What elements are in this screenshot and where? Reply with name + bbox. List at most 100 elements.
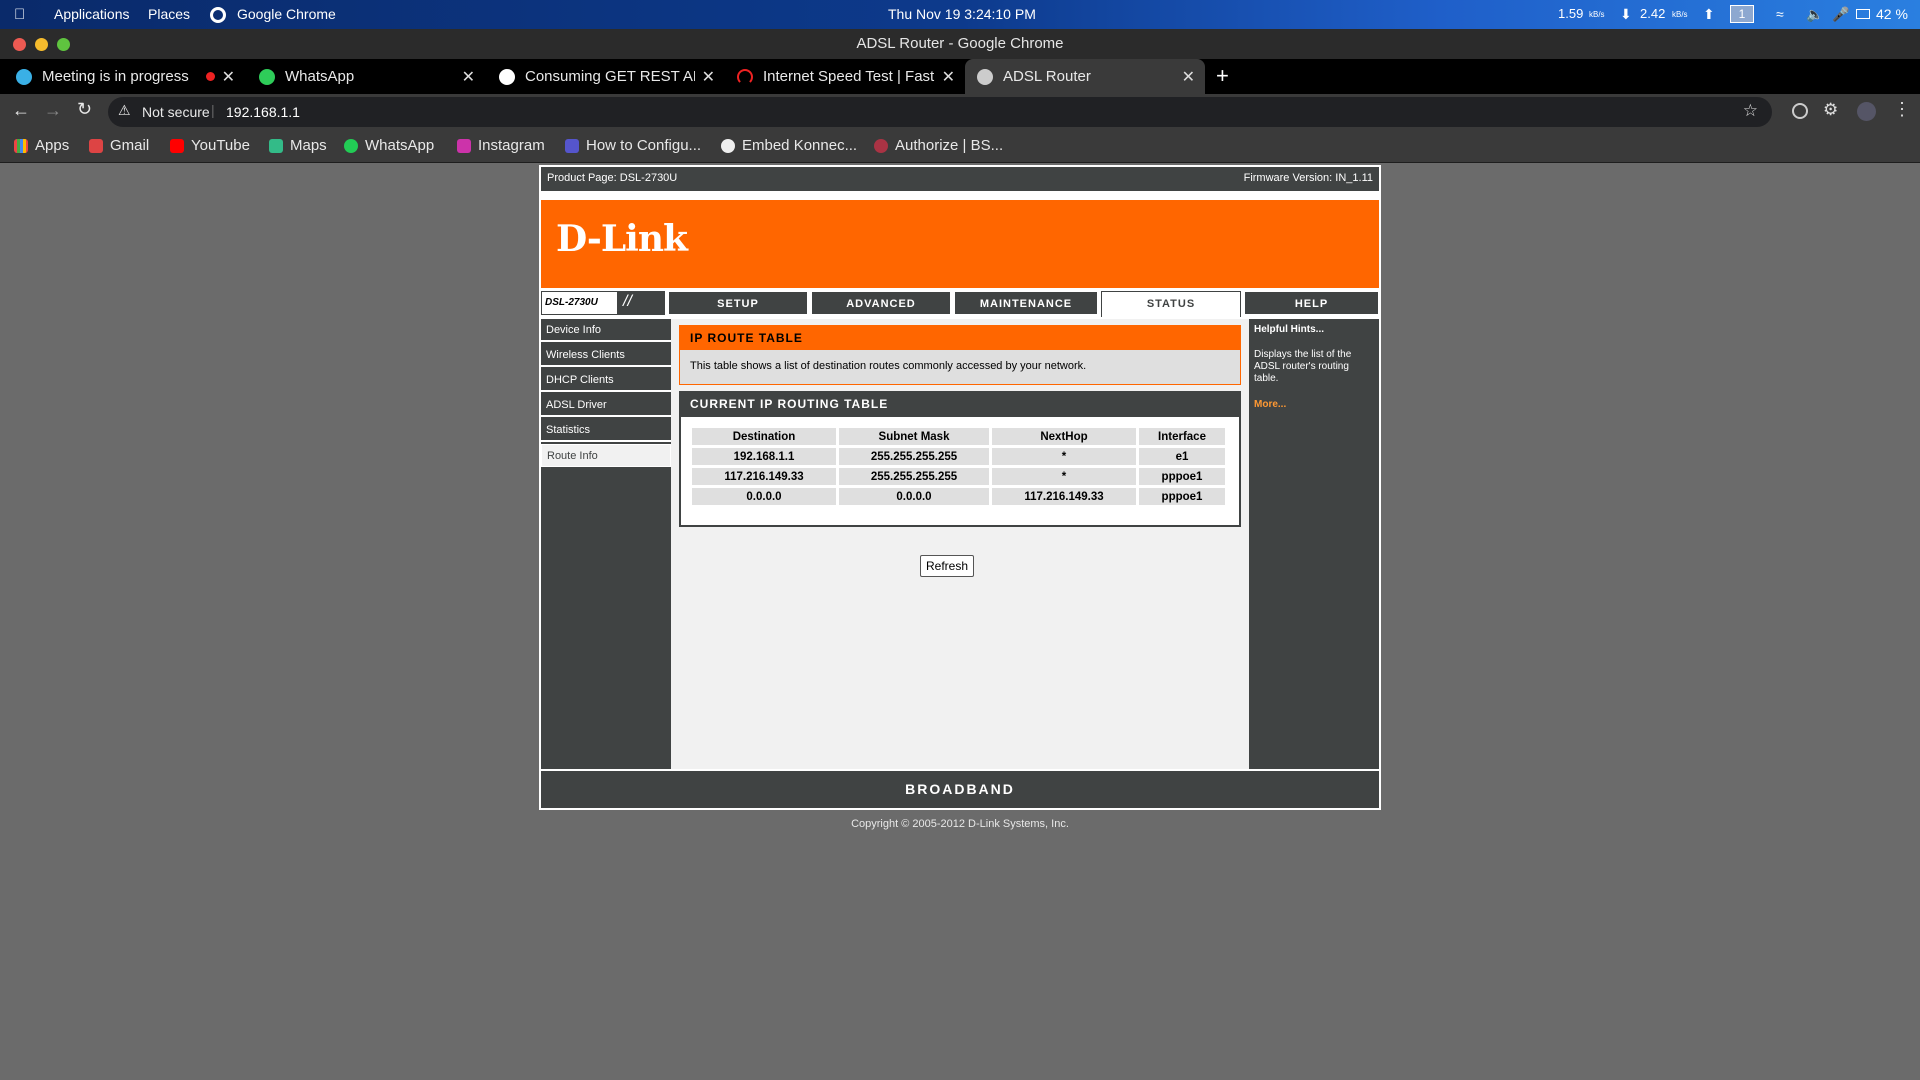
bookmark-label: Apps — [35, 137, 70, 154]
close-icon[interactable]: ✕ — [462, 67, 475, 87]
bookmark-youtube[interactable]: YouTube — [170, 137, 250, 154]
nav-tab-advanced[interactable]: ADVANCED — [811, 291, 951, 315]
sidebar-item-route-info[interactable]: Route Info — [541, 444, 671, 467]
net-upload-speed: 2.42 — [1640, 6, 1666, 21]
meet-favicon-icon — [16, 68, 32, 85]
firmware-version: Firmware Version: IN_1.11 — [1243, 172, 1373, 184]
workspace-indicator[interactable]: 1 — [1730, 5, 1754, 23]
close-icon[interactable]: ✕ — [702, 67, 715, 87]
refresh-button[interactable]: Refresh — [920, 555, 974, 577]
hints-more-link[interactable]: More... — [1254, 399, 1374, 410]
table-row: 0.0.0.0 0.0.0.0 117.216.149.33 pppoe1 — [692, 488, 1225, 505]
table-cell: 255.255.255.255 — [839, 448, 989, 465]
slash-decoration: // — [623, 293, 632, 310]
sidebar-item-wireless-clients[interactable]: Wireless Clients — [541, 344, 671, 367]
wifi-icon[interactable]: ≈ — [1776, 6, 1784, 22]
product-page-link[interactable]: Product Page: DSL-2730U — [547, 172, 677, 184]
gmail-icon — [89, 138, 103, 153]
bookmark-instagram[interactable]: Instagram — [457, 137, 545, 154]
net-download-unit: kB/s — [1589, 10, 1605, 19]
ip-route-table-box: IP ROUTE TABLE This table shows a list o… — [679, 325, 1241, 385]
sidebar-item-device-info[interactable]: Device Info — [541, 319, 671, 342]
globe-favicon-icon — [977, 68, 993, 85]
url-text[interactable]: 192.168.1.1 — [226, 104, 300, 120]
bookmark-whatsapp[interactable]: WhatsApp — [344, 137, 434, 154]
table-cell: pppoe1 — [1139, 488, 1225, 505]
table-cell: 255.255.255.255 — [839, 468, 989, 485]
tab-title: Internet Speed Test | Fast — [763, 68, 935, 85]
extension-icon[interactable] — [1792, 103, 1808, 119]
avatar[interactable] — [1857, 102, 1876, 121]
apps-grid-icon — [14, 138, 28, 153]
hints-title: Helpful Hints... — [1254, 324, 1324, 335]
table-cell: e1 — [1139, 448, 1225, 465]
bookmark-maps[interactable]: Maps — [269, 137, 327, 154]
section-title: CURRENT IP ROUTING TABLE — [681, 393, 1239, 417]
close-icon[interactable]: ✕ — [1182, 67, 1195, 87]
tab-rest-api[interactable]: Consuming GET REST API ✕ — [485, 59, 725, 94]
window-title: ADSL Router - Google Chrome — [856, 35, 1064, 52]
new-tab-icon[interactable]: + — [1216, 63, 1229, 89]
back-icon[interactable]: ← — [12, 100, 30, 121]
sidebar-item-statistics[interactable]: Statistics — [541, 419, 671, 442]
tab-speed-test[interactable]: Internet Speed Test | Fast ✕ — [725, 59, 965, 94]
top-nav: DSL-2730U // SETUP ADVANCED MAINTENANCE … — [541, 291, 1379, 317]
volume-icon[interactable]: 🔈 — [1806, 6, 1823, 23]
bookmark-embed[interactable]: Embed Konnec... — [721, 137, 857, 154]
bookmark-authorize[interactable]: Authorize | BS... — [874, 137, 1003, 154]
tab-whatsapp[interactable]: WhatsApp ✕ — [245, 59, 485, 94]
stackoverflow-favicon-icon — [499, 68, 515, 85]
nav-tab-status[interactable]: STATUS — [1101, 291, 1241, 317]
net-upload-unit: kB/s — [1672, 10, 1688, 19]
security-label[interactable]: Not secure — [142, 104, 210, 120]
bookmark-apps[interactable]: Apps — [14, 137, 69, 154]
bookmark-configure[interactable]: How to Configu... — [565, 137, 701, 154]
bookmark-label: Instagram — [478, 137, 545, 154]
sidebar-item-adsl-driver[interactable]: ADSL Driver — [541, 394, 671, 417]
reload-icon[interactable]: ↻ — [77, 99, 92, 120]
active-app-name[interactable]: Google Chrome — [237, 6, 336, 22]
table-row: 117.216.149.33 255.255.255.255 * pppoe1 — [692, 468, 1225, 485]
omnibox[interactable]: ⚠ Not secure | 192.168.1.1 ☆ — [108, 97, 1772, 127]
tab-meeting[interactable]: Meeting is in progress ✕ — [0, 59, 245, 94]
status-sidebar: Device Info Wireless Clients DHCP Client… — [541, 319, 671, 769]
places-menu[interactable]: Places — [148, 6, 190, 22]
nav-tab-help[interactable]: HELP — [1244, 291, 1379, 315]
router-panel: Product Page: DSL-2730U Firmware Version… — [539, 165, 1381, 810]
more-menu-icon[interactable]: ⋮ — [1893, 99, 1911, 120]
main-content: IP ROUTE TABLE This table shows a list o… — [671, 319, 1249, 769]
puzzle-icon[interactable]: ⚙ — [1823, 100, 1838, 120]
apple-icon[interactable]:  — [14, 6, 25, 23]
nav-tab-maintenance[interactable]: MAINTENANCE — [954, 291, 1098, 315]
close-icon[interactable]: ✕ — [942, 67, 955, 87]
tab-title: Consuming GET REST API — [525, 68, 695, 85]
warning-icon[interactable]: ⚠ — [118, 102, 131, 119]
applications-menu[interactable]: Applications — [54, 6, 130, 22]
bookmark-label: How to Configu... — [586, 137, 702, 154]
nav-tab-setup[interactable]: SETUP — [668, 291, 808, 315]
bookmark-gmail[interactable]: Gmail — [89, 137, 149, 154]
table-cell: 192.168.1.1 — [692, 448, 836, 465]
table-header-row: Destination Subnet Mask NextHop Interfac… — [692, 428, 1225, 445]
upload-arrow-icon: ⬆ — [1703, 6, 1715, 22]
embed-icon — [721, 138, 735, 153]
battery-percent: 42 % — [1876, 6, 1908, 22]
separator: | — [211, 102, 215, 118]
maps-icon — [269, 138, 283, 153]
close-icon[interactable]: ✕ — [222, 67, 235, 87]
download-arrow-icon: ⬇ — [1620, 6, 1632, 22]
window-title-bar: ADSL Router - Google Chrome — [0, 29, 1920, 59]
battery-icon[interactable] — [1856, 9, 1870, 19]
table-cell: * — [992, 448, 1136, 465]
sidebar-item-dhcp-clients[interactable]: DHCP Clients — [541, 369, 671, 392]
section-description: This table shows a list of destination r… — [690, 360, 1087, 372]
forward-icon[interactable]: → — [44, 100, 62, 121]
clock[interactable]: Thu Nov 19 3:24:10 PM — [888, 6, 1036, 22]
section-title: IP ROUTE TABLE — [680, 326, 1240, 350]
bookmark-star-icon[interactable]: ☆ — [1743, 101, 1758, 121]
tab-adsl-router[interactable]: ADSL Router ✕ — [965, 59, 1205, 94]
broadband-footer: BROADBAND — [541, 771, 1379, 808]
model-badge: DSL-2730U // — [541, 291, 665, 315]
bookmark-label: WhatsApp — [365, 137, 435, 154]
microphone-icon[interactable]: 🎤 — [1832, 6, 1849, 23]
